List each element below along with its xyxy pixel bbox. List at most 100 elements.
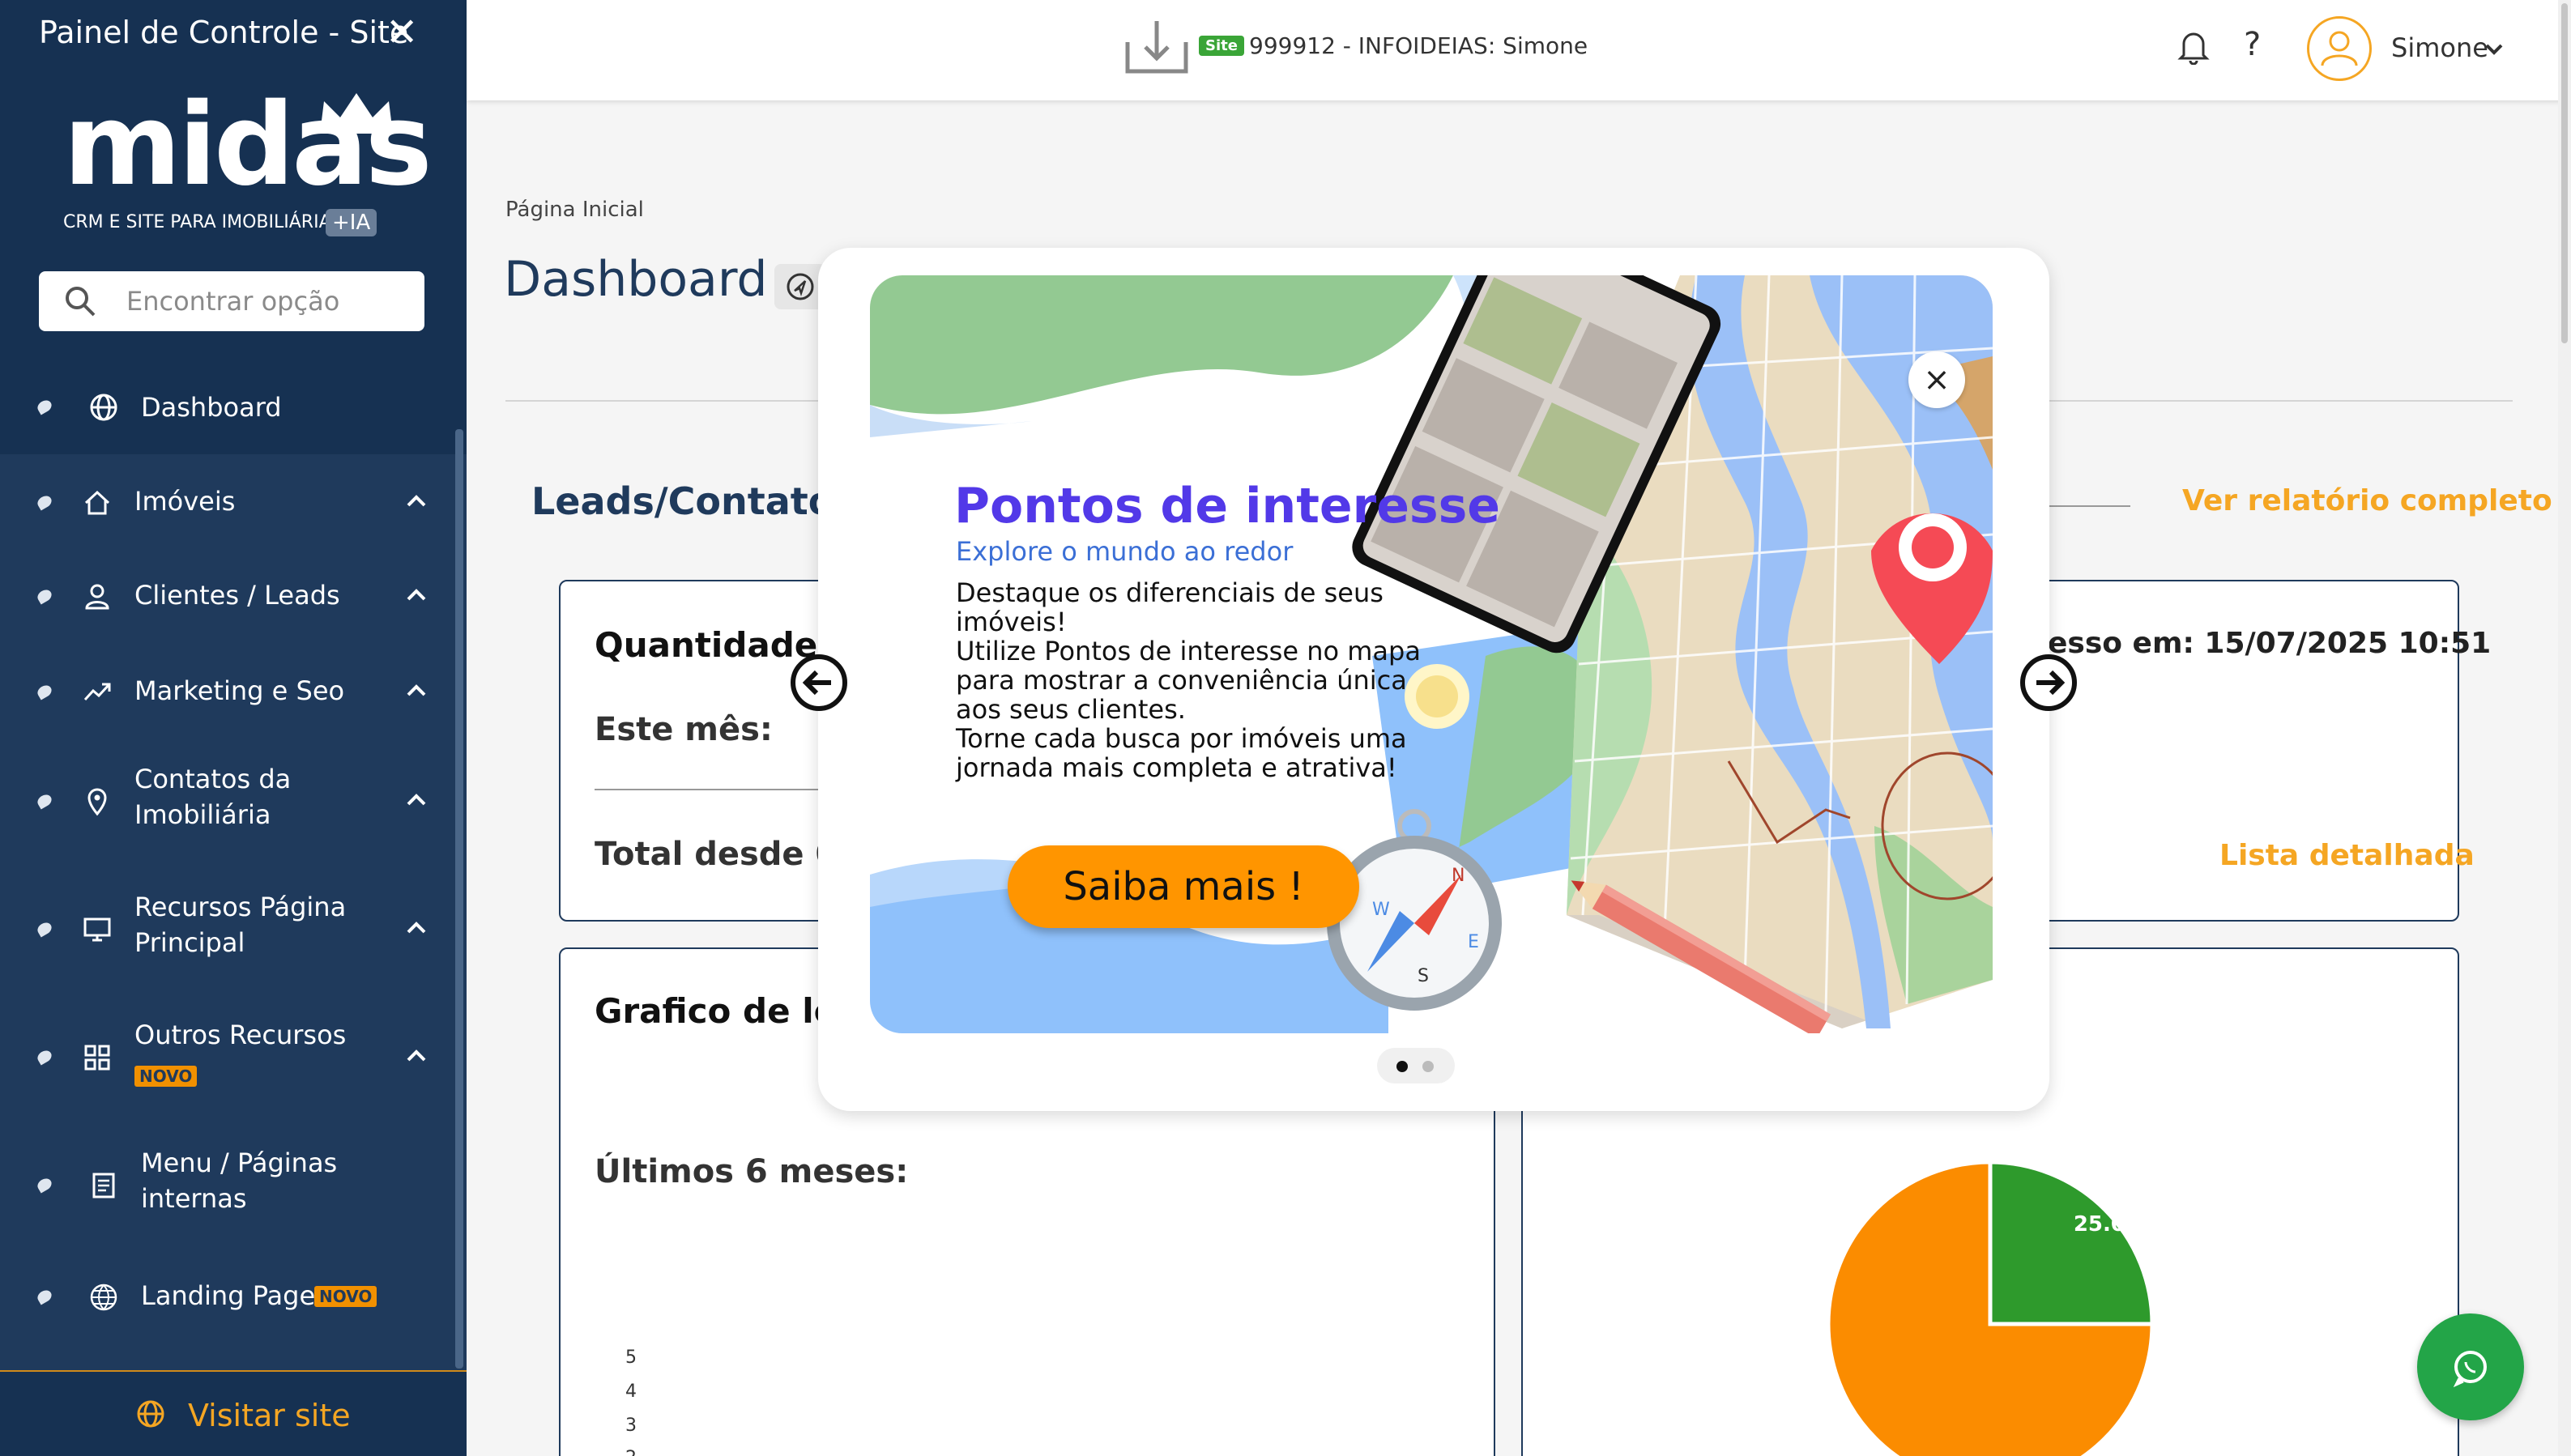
promo-title: Pontos de interesse: [954, 478, 1501, 534]
account-name: 999912 - INFOIDEIAS: Simone: [1249, 32, 1588, 59]
promo-banner: N W E S Pontos de interesse Explore o mu…: [870, 275, 1993, 1033]
page-title: Dashboard: [504, 251, 768, 308]
search-placeholder: Encontrar opção: [126, 286, 340, 317]
carousel-dots: [1377, 1048, 1455, 1083]
sidebar-item-contatos[interactable]: Contatos da Imobiliária: [0, 745, 467, 858]
sidebar-item-label: Marketing e Seo: [134, 675, 345, 706]
pie-slice-label: 25.0%: [2074, 1212, 2147, 1237]
bullet-icon: [35, 683, 54, 700]
sidebar-item-recursos[interactable]: Recursos Página Principal: [0, 873, 467, 986]
y-tick-label: 3: [625, 1416, 637, 1436]
new-badge: NOVO: [314, 1286, 377, 1307]
chevron-up-icon: [407, 922, 426, 934]
search-icon: [66, 287, 96, 317]
sidebar-title: Painel de Controle - Site: [39, 15, 409, 50]
topbar: Site 999912 - INFOIDEIAS: Simone ? Simon…: [467, 0, 2571, 100]
arrow-right-icon: [2036, 670, 2066, 696]
visit-site-label: Visitar site: [188, 1398, 351, 1433]
pie-slice: [1988, 1160, 2155, 1326]
logo: midas CRM E SITE PARA IMOBILIÁRIA +IA: [63, 89, 433, 243]
sidebar-item-label: Clientes / Leads: [134, 580, 340, 611]
download-icon[interactable]: [1123, 18, 1191, 76]
chevron-down-icon[interactable]: [2484, 39, 2505, 60]
sidebar-item-landing[interactable]: Landing Pages NOVO: [0, 1252, 467, 1346]
svg-text:E: E: [1468, 932, 1479, 952]
sidebar-item-imoveis[interactable]: Imóveis: [0, 454, 467, 548]
y-tick-label: 2: [625, 1448, 637, 1456]
new-badge: NOVO: [134, 1066, 198, 1087]
bell-icon[interactable]: [2177, 29, 2210, 65]
sidebar-item-label: Contatos da Imobiliária: [134, 764, 292, 830]
monitor-icon: [83, 917, 111, 942]
pin-icon: [87, 788, 107, 816]
globe-icon: [137, 1400, 164, 1428]
promo-subtitle: Explore o mundo ao redor: [956, 536, 1294, 567]
breadcrumb[interactable]: Página Inicial: [505, 198, 644, 222]
user-icon: [85, 584, 109, 610]
sidebar-scrollbar[interactable]: [455, 429, 463, 1369]
learn-more-button[interactable]: Saiba mais !: [1008, 845, 1359, 928]
sidebar-item-label: Recursos Página Principal: [134, 892, 347, 958]
user-icon: [2321, 31, 2358, 66]
full-report-link[interactable]: Ver relatório completo: [2182, 484, 2552, 517]
chevron-up-icon: [407, 684, 426, 696]
bullet-icon: [35, 1288, 54, 1305]
logo-subtitle: CRM E SITE PARA IMOBILIÁRIA: [63, 212, 331, 232]
sidebar-header: Painel de Controle - Site ✕ midas CRM E …: [0, 0, 467, 360]
bullet-icon: [35, 1048, 54, 1066]
promo-body: Destaque os diferenciais de seus imóveis…: [956, 577, 1421, 783]
next-slide-button[interactable]: [2020, 654, 2077, 711]
search-input[interactable]: Encontrar opção: [39, 271, 424, 331]
page-icon: [92, 1173, 115, 1198]
sidebar: Painel de Controle - Site ✕ midas CRM E …: [0, 0, 467, 1456]
sidebar-item-clientes[interactable]: Clientes / Leads: [0, 548, 467, 642]
sidebar-item-label: Dashboard: [141, 392, 282, 423]
sidebar-item-outros[interactable]: Outros Recursos NOVO: [0, 1001, 467, 1114]
whatsapp-icon: [2453, 1351, 2487, 1388]
home-icon: [84, 490, 110, 515]
crown-icon: [320, 93, 393, 134]
bullet-icon: [35, 587, 54, 605]
chevron-up-icon: [407, 589, 426, 601]
promo-modal: N W E S Pontos de interesse Explore o mu…: [818, 248, 2049, 1111]
globe-icon: [90, 394, 117, 421]
visit-site-button[interactable]: Visitar site: [0, 1370, 467, 1456]
y-tick-label: 5: [625, 1347, 637, 1368]
sidebar-item-marketing[interactable]: Marketing e Seo: [0, 642, 467, 736]
sidebar-item-label: Menu / Páginas internas: [141, 1147, 338, 1214]
web-icon: [90, 1284, 117, 1311]
previous-slide-button[interactable]: [791, 654, 847, 711]
chevron-up-icon: [407, 495, 426, 507]
leads-section-title: Leads/Contatos: [531, 479, 856, 523]
bullet-icon: [35, 1176, 54, 1194]
site-badge: Site: [1199, 36, 1244, 56]
arrow-left-icon: [802, 670, 831, 696]
last-6-months-label: Últimos 6 meses:: [595, 1153, 909, 1190]
whatsapp-button[interactable]: [2417, 1313, 2524, 1420]
sidebar-item-label: Landing Pages: [141, 1280, 329, 1311]
bullet-icon: [35, 920, 54, 938]
svg-text:N: N: [1452, 866, 1465, 886]
detailed-list-link[interactable]: Lista detalhada: [2219, 839, 2475, 872]
svg-text:W: W: [1372, 900, 1390, 920]
this-month-label: Este mês:: [595, 711, 773, 748]
grid-icon: [84, 1045, 110, 1071]
user-menu[interactable]: Simone: [2391, 32, 2488, 63]
sidebar-item-label: Imóveis: [134, 486, 236, 517]
carousel-dot-active[interactable]: [1396, 1061, 1408, 1072]
pie-chart: 25.0%75.0%: [1826, 1160, 2155, 1456]
help-button[interactable]: ?: [2244, 26, 2261, 63]
trend-icon: [83, 683, 111, 701]
sidebar-item-dashboard[interactable]: Dashboard: [0, 360, 467, 454]
sidebar-item-label: Outros Recursos: [134, 1020, 347, 1050]
chevron-up-icon: [407, 794, 426, 806]
sidebar-item-menu[interactable]: Menu / Páginas internas: [0, 1129, 467, 1242]
scrollbar-thumb[interactable]: [2561, 3, 2568, 343]
logo-ia-badge: +IA: [326, 209, 377, 236]
avatar[interactable]: [2307, 16, 2372, 81]
close-modal-button[interactable]: ×: [1908, 351, 1965, 408]
page-scrollbar[interactable]: [2558, 0, 2571, 1456]
y-tick-label: 4: [625, 1381, 637, 1402]
carousel-dot[interactable]: [1422, 1061, 1434, 1072]
close-icon[interactable]: ✕: [386, 13, 418, 52]
